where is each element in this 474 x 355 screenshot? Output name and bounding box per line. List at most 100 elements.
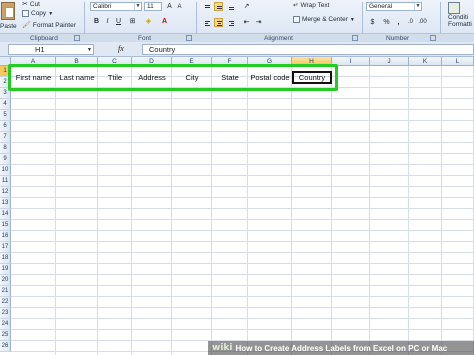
row-header-14[interactable]: 14 — [0, 209, 11, 220]
decrease-decimal-icon[interactable]: .00 — [418, 18, 427, 27]
row-gridline — [11, 208, 474, 209]
row-gridline — [11, 252, 474, 253]
percent-button[interactable]: % — [382, 18, 391, 27]
underline-button[interactable]: U — [114, 17, 123, 26]
row-header-4[interactable]: 4 — [0, 99, 11, 110]
row-header-11[interactable]: 11 — [0, 176, 11, 187]
conditional-formatting-button[interactable]: Conditi Formatti — [448, 2, 472, 28]
column-gridline — [408, 66, 409, 355]
font-size-combo[interactable]: 11 — [144, 2, 162, 11]
borders-icon[interactable]: ⊞ — [128, 17, 137, 26]
formula-input[interactable]: Country — [142, 44, 474, 55]
article-title: How to Create Address Labels from Excel … — [235, 343, 448, 353]
chevron-down-icon[interactable]: ▼ — [87, 46, 92, 55]
indent-icon[interactable]: ⇤ — [242, 18, 251, 27]
paintbrush-icon: 🖌 — [22, 22, 31, 29]
chevron-down-icon[interactable]: ▼ — [134, 3, 141, 10]
wrap-text-icon: ↵ — [293, 2, 299, 9]
row-gridline — [11, 318, 474, 319]
align-top-icon[interactable] — [202, 2, 211, 11]
row-header-5[interactable]: 5 — [0, 110, 11, 121]
column-gridline — [211, 66, 212, 355]
row-gridline — [11, 164, 474, 165]
orientation-icon[interactable]: ↗ — [242, 2, 251, 11]
ribbon: Paste ✂ Cut Copy ▼ 🖌 Format Painter Cali… — [0, 0, 474, 42]
outdent-icon[interactable]: ⇥ — [254, 18, 263, 27]
row-gridline — [11, 285, 474, 286]
row-header-13[interactable]: 13 — [0, 198, 11, 209]
header-row-highlight — [8, 64, 338, 91]
merge-center-button[interactable]: Merge & Center ▼ — [293, 16, 355, 23]
row-header-19[interactable]: 19 — [0, 264, 11, 275]
column-gridline — [369, 66, 370, 355]
row-gridline — [11, 186, 474, 187]
bold-button[interactable]: B — [92, 17, 101, 26]
row-header-21[interactable]: 21 — [0, 286, 11, 297]
insert-function-icon[interactable]: fx — [118, 44, 124, 53]
row-header-15[interactable]: 15 — [0, 220, 11, 231]
conditional-formatting-icon — [448, 2, 460, 14]
row-gridline — [11, 263, 474, 264]
row-gridline — [11, 219, 474, 220]
copy-button[interactable]: Copy ▼ — [22, 10, 53, 17]
chevron-down-icon: ▼ — [48, 10, 54, 17]
dialog-launcher-icon[interactable] — [74, 35, 80, 41]
row-header-26[interactable]: 26 — [0, 341, 11, 352]
dialog-launcher-icon[interactable] — [186, 35, 192, 41]
row-header-12[interactable]: 12 — [0, 187, 11, 198]
row-gridline — [11, 142, 474, 143]
row-header-25[interactable]: 25 — [0, 330, 11, 341]
align-left-icon[interactable] — [202, 18, 211, 27]
wrap-text-button[interactable]: ↵ Wrap Text — [293, 1, 329, 10]
number-format-combo[interactable]: General ▼ — [366, 2, 422, 11]
row-header-16[interactable]: 16 — [0, 231, 11, 242]
shrink-font-icon[interactable]: A — [175, 3, 184, 12]
grow-font-icon[interactable]: A — [165, 2, 174, 11]
align-middle-icon[interactable] — [214, 2, 223, 11]
column-header-k[interactable]: K — [409, 57, 442, 66]
comma-button[interactable]: , — [394, 18, 403, 27]
italic-button[interactable]: I — [103, 17, 112, 26]
currency-button[interactable]: $ — [368, 18, 377, 27]
row-header-18[interactable]: 18 — [0, 253, 11, 264]
worksheet-grid[interactable]: ABCDEFGHIJKL 1 2 3 4 5 6 7 8 9 10 11 12 13 14 15 16 17 18… — [0, 57, 474, 355]
row-header-23[interactable]: 23 — [0, 308, 11, 319]
row-header-20[interactable]: 20 — [0, 275, 11, 286]
merge-icon — [293, 16, 300, 23]
column-header-l[interactable]: L — [442, 57, 474, 66]
row-gridline — [11, 307, 474, 308]
wikihow-logo: wiki — [212, 343, 233, 353]
row-gridline — [11, 98, 474, 99]
font-color-icon[interactable]: A — [160, 17, 169, 26]
column-gridline — [55, 66, 56, 355]
column-gridline — [247, 66, 248, 355]
name-box[interactable]: H1 ▼ — [8, 44, 94, 55]
formula-bar: H1 ▼ fx Country — [0, 42, 474, 57]
row-gridline — [11, 296, 474, 297]
font-name-combo[interactable]: Calibri ▼ — [90, 2, 142, 11]
dialog-launcher-icon[interactable] — [430, 35, 436, 41]
increase-decimal-icon[interactable]: .0 — [406, 18, 415, 27]
dialog-launcher-icon[interactable] — [352, 35, 358, 41]
row-header-6[interactable]: 6 — [0, 121, 11, 132]
row-gridline — [11, 131, 474, 132]
row-header-8[interactable]: 8 — [0, 143, 11, 154]
row-header-17[interactable]: 17 — [0, 242, 11, 253]
row-header-22[interactable]: 22 — [0, 297, 11, 308]
format-painter-button[interactable]: 🖌 Format Painter — [22, 21, 76, 30]
row-gridline — [11, 197, 474, 198]
chevron-down-icon[interactable]: ▼ — [414, 3, 421, 10]
paste-button[interactable]: Paste — [0, 0, 17, 32]
align-bottom-icon[interactable] — [226, 2, 235, 11]
align-center-icon[interactable] — [214, 18, 223, 27]
row-gridline — [11, 241, 474, 242]
cut-button[interactable]: ✂ Cut — [22, 0, 40, 9]
row-header-7[interactable]: 7 — [0, 132, 11, 143]
row-header-10[interactable]: 10 — [0, 165, 11, 176]
column-header-j[interactable]: J — [370, 57, 409, 66]
column-gridline — [131, 66, 132, 355]
row-header-24[interactable]: 24 — [0, 319, 11, 330]
row-header-9[interactable]: 9 — [0, 154, 11, 165]
align-right-icon[interactable] — [226, 18, 235, 27]
fill-color-icon[interactable]: ◈ — [144, 17, 153, 26]
